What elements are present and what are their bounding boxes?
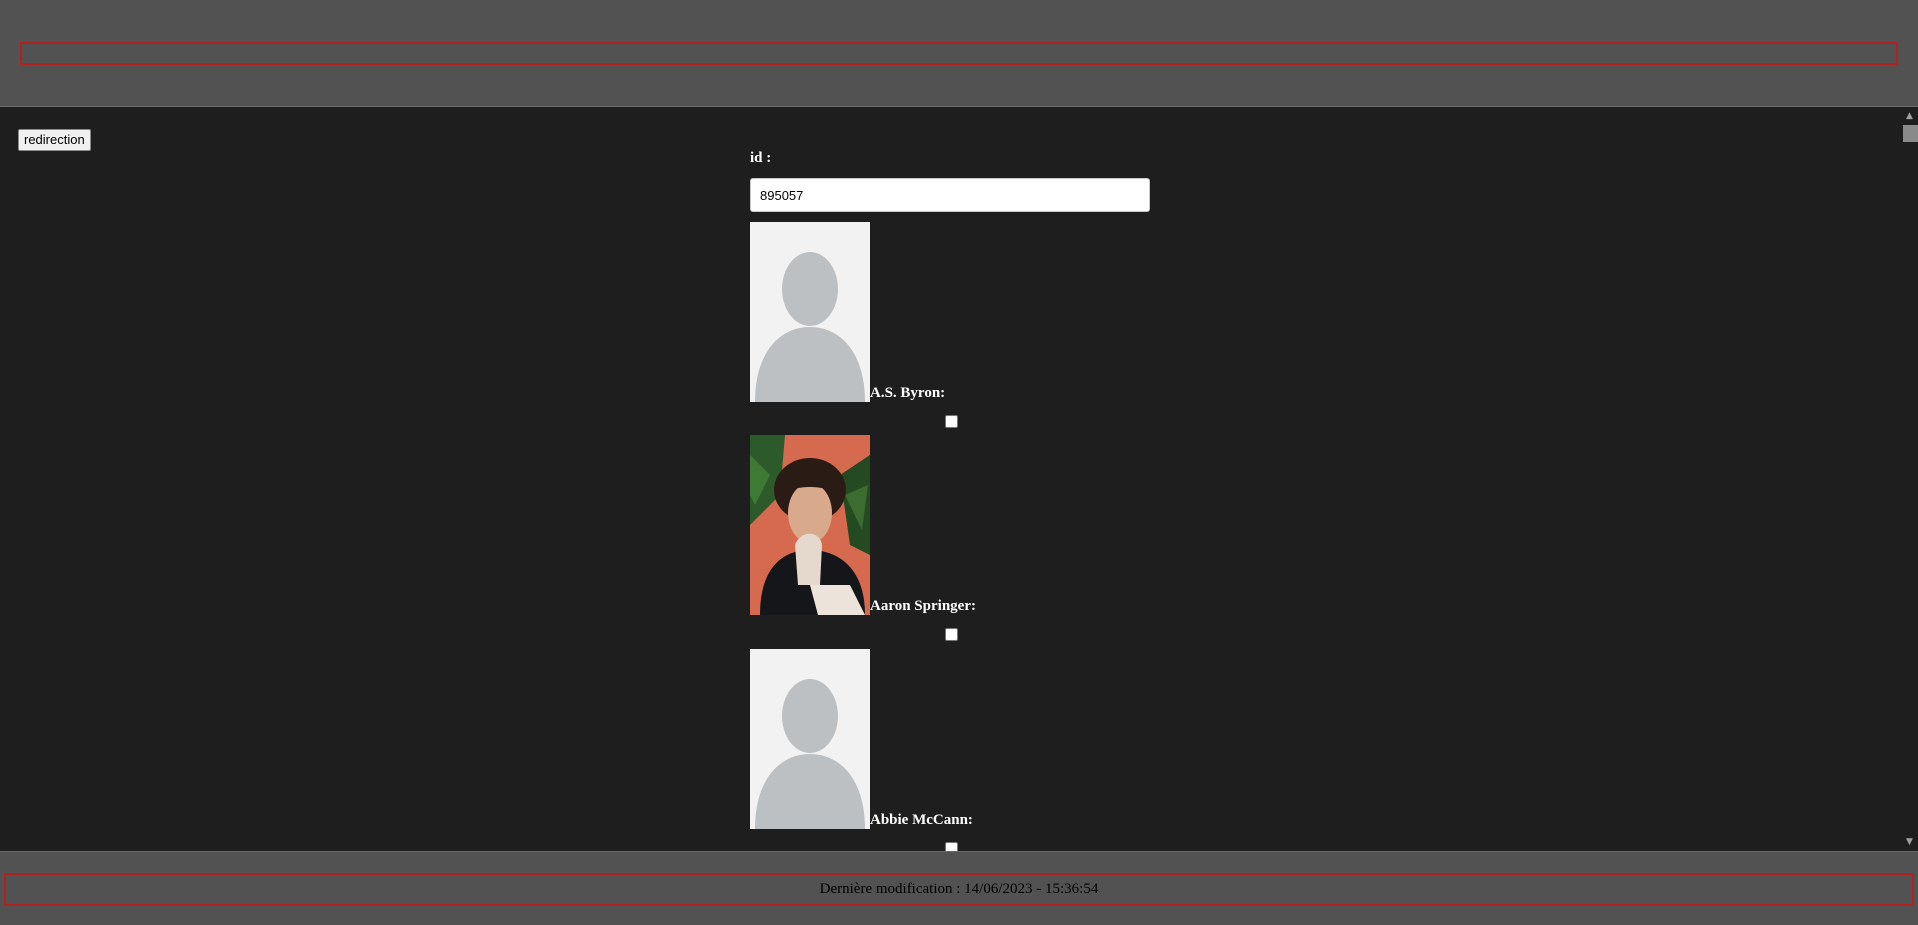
id-input[interactable] [750,178,1150,212]
scroll-up-arrow-icon[interactable]: ▲ [1901,108,1918,125]
person-item: Abbie McCann: [750,649,1150,851]
redirection-button[interactable]: redirection [18,129,91,151]
person-name: Abbie McCann: [870,812,973,828]
person-checkbox[interactable] [945,415,958,428]
placeholder-avatar-icon [750,222,870,402]
id-label: id : [750,150,772,166]
scroll-thumb[interactable] [1903,125,1918,142]
portrait-photo-image [750,435,870,615]
header-bar [0,0,1918,107]
person-item: A.S. Byron: [750,222,1150,436]
person-checkbox[interactable] [945,842,958,851]
person-name: A.S. Byron: [870,385,946,401]
scroll-down-arrow-icon[interactable]: ▼ [1901,834,1918,851]
footer-bar: Dernière modification : 14/06/2023 - 15:… [0,851,1918,925]
placeholder-avatar-icon [750,649,870,829]
last-modified-text: Dernière modification : 14/06/2023 - 15:… [4,873,1914,906]
vertical-scrollbar[interactable]: ▲ ▼ [1901,108,1918,851]
header-outline-box [20,42,1898,65]
person-checkbox[interactable] [945,628,958,641]
person-item: Aaron Springer: [750,435,1150,649]
person-name: Aaron Springer: [870,598,976,614]
main-content[interactable]: redirection id : A.S. Byron: [0,108,1918,851]
